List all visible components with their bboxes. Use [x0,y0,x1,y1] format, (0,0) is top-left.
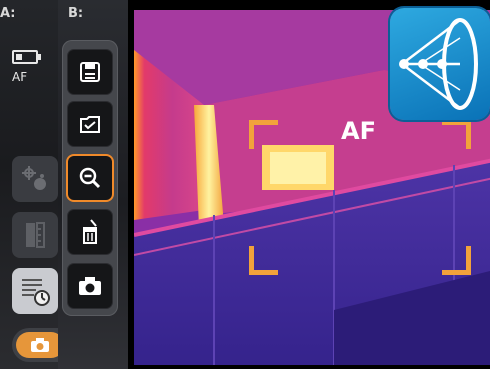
zoom-icon [79,167,101,189]
zoom-button[interactable] [68,156,112,200]
focus-bracket-bottom-right [442,246,471,275]
b-menu [62,40,118,316]
camera-icon [79,277,101,295]
panel-b-label: B: [68,6,84,21]
save-icon [80,62,100,82]
capture-button[interactable] [68,264,112,308]
focus-bracket-top-left [249,120,278,149]
ruler-button[interactable] [12,212,58,258]
panel-a: A: AF [0,0,124,369]
folder-check-icon [80,116,100,133]
folder-check-button[interactable] [68,102,112,146]
ruler-icon [26,222,45,248]
panel-a-label: A: [0,6,16,21]
trash-icon [83,219,97,244]
focus-points-icon [22,166,46,190]
delete-shot-button[interactable] [68,210,112,254]
save-button[interactable] [68,50,112,94]
logo-icon [390,8,490,120]
camera-mode-button[interactable] [16,332,64,358]
af-label: AF [341,117,376,145]
focus-bracket-bottom-left [249,246,278,275]
af-indicator: AF [12,70,28,84]
battery-icon [12,50,41,64]
camera-icon [31,338,49,352]
focus-points-button[interactable] [12,156,58,202]
list-timer-button[interactable] [12,268,58,314]
focus-bracket-top-right [442,120,471,149]
list-timer-icon [22,279,50,306]
